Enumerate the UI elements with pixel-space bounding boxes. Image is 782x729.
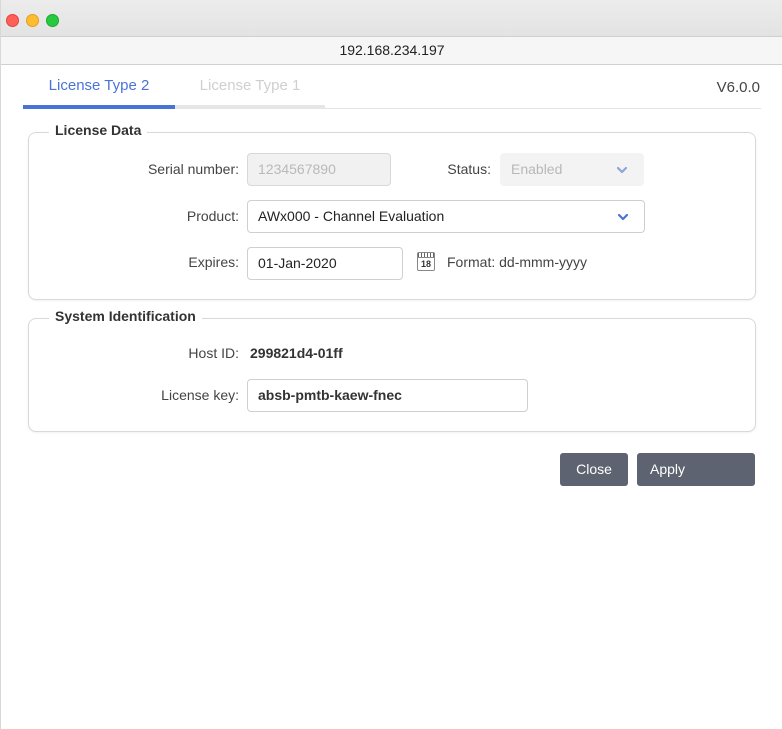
host-id-label: Host ID: <box>188 345 239 361</box>
product-label: Product: <box>186 208 239 224</box>
tab-license-type-1[interactable]: License Type 1 <box>175 65 325 109</box>
date-format-hint: Format: dd-mmm-yyyy <box>447 254 587 270</box>
version-label: V6.0.0 <box>716 79 760 96</box>
expires-label: Expires: <box>188 254 239 270</box>
host-id-value: 299821d4-01ff <box>250 345 343 361</box>
product-value: AWx000 - Channel Evaluation <box>258 208 445 224</box>
app-window: 192.168.234.197 License Type 2 License T… <box>0 0 782 729</box>
title-bar <box>1 0 782 36</box>
chevron-down-icon <box>617 213 629 221</box>
license-data-title: License Data <box>49 122 148 138</box>
tab-bar: License Type 2 License Type 1 V6.0.0 <box>23 65 761 109</box>
close-window-icon[interactable] <box>6 14 19 27</box>
status-value: Enabled <box>511 161 563 177</box>
license-key-label: License key: <box>161 387 239 403</box>
zoom-window-icon[interactable] <box>46 14 59 27</box>
system-identification-group: System Identification Host ID: 299821d4-… <box>28 308 756 432</box>
serial-number-input: 1234567890 <box>247 153 391 186</box>
calendar-icon[interactable]: 18 <box>417 252 435 271</box>
apply-button[interactable]: Apply <box>637 453 755 486</box>
address-bar: 192.168.234.197 <box>1 36 782 65</box>
status-label: Status: <box>447 161 491 177</box>
status-select: Enabled <box>500 153 644 186</box>
license-key-input[interactable]: absb-pmtb-kaew-fnec <box>247 379 528 412</box>
product-select[interactable]: AWx000 - Channel Evaluation <box>247 200 645 233</box>
chevron-down-icon <box>616 166 628 174</box>
minimize-window-icon[interactable] <box>26 14 39 27</box>
system-identification-title: System Identification <box>49 308 202 324</box>
serial-number-label: Serial number: <box>147 161 239 177</box>
expires-input[interactable]: 01-Jan-2020 <box>247 247 403 280</box>
license-data-group: License Data Serial number: 1234567890 S… <box>28 122 756 300</box>
close-button[interactable]: Close <box>560 453 628 486</box>
tab-license-type-2[interactable]: License Type 2 <box>23 65 175 109</box>
calendar-day: 18 <box>420 259 431 269</box>
